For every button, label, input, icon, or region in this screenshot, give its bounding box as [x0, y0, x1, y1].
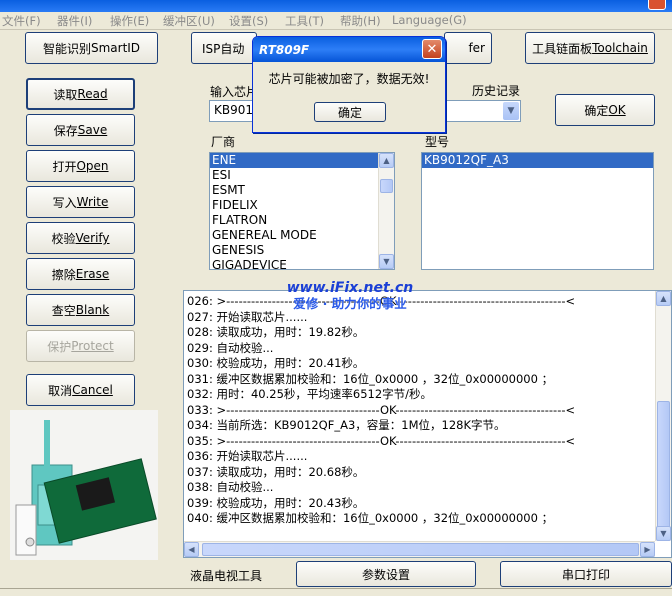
menu-help[interactable]: 帮助(H)	[340, 13, 381, 29]
read-button[interactable]: 读取 Read	[26, 78, 135, 110]
vendor-list[interactable]: ENE ESI ESMT FIDELIX FLATRON GENEREAL MODE GEN…	[209, 152, 395, 270]
log-line: 031: 缓冲区数据累加校验和：16位_0x0000 ，32位_0x000000…	[187, 371, 554, 386]
window-titlebar	[0, 0, 672, 12]
blank-button[interactable]: 查空 Blank	[26, 294, 135, 326]
cancel-button[interactable]: 取消 Cancel	[26, 374, 135, 406]
model-label: 型号	[425, 135, 450, 149]
dialog-ok-button[interactable]: 确定	[314, 102, 386, 122]
log-line: 033: >----------------------------------…	[187, 402, 576, 417]
vendor-list-item[interactable]: ENE	[210, 153, 394, 168]
menu-device[interactable]: 器件(I)	[57, 13, 92, 29]
arrow-right-icon[interactable]: ▶	[640, 542, 655, 557]
log-scroll-thumb[interactable]	[657, 401, 670, 541]
arrow-down-icon[interactable]: ▼	[379, 254, 394, 269]
log-line: 035: >----------------------------------…	[187, 433, 576, 448]
open-button[interactable]: 打开 Open	[26, 150, 135, 182]
history-label: 历史记录	[472, 84, 521, 98]
vendor-list-item[interactable]: ESI	[210, 168, 394, 183]
dialog-title: RT809F	[253, 37, 445, 62]
vendor-list-item[interactable]: GIGADEVICE	[210, 258, 394, 269]
arrow-down-icon[interactable]: ▼	[656, 526, 671, 541]
menu-language[interactable]: Language(G)	[392, 13, 467, 27]
transfer-button[interactable]: fer	[444, 32, 492, 64]
history-dropdown[interactable]: ▼	[444, 100, 521, 122]
vendor-list-item[interactable]: GENESIS	[210, 243, 394, 258]
log-line: 030: 校验成功，用时：20.41秒。	[187, 356, 365, 370]
log-output[interactable]: 026: >----------------------------------…	[183, 290, 672, 558]
status-bar	[0, 588, 672, 596]
dialog-message: 芯片可能被加密了，数据无效!	[268, 72, 430, 86]
arrow-up-icon[interactable]: ▲	[656, 291, 671, 306]
vendor-list-item[interactable]: FIDELIX	[210, 198, 394, 213]
toolchain-button[interactable]: 工具链面板 Toolchain	[525, 32, 655, 64]
window-close-icon[interactable]	[648, 0, 666, 10]
log-line: 036: 开始读取芯片......	[187, 449, 308, 463]
programmer-adapter-image	[10, 410, 158, 560]
arrow-up-icon[interactable]: ▲	[379, 153, 394, 168]
ok-button[interactable]: 确定 OK	[555, 94, 655, 126]
vendor-list-item[interactable]: GENEREAL MODE	[210, 228, 394, 243]
log-line: 037: 读取成功，用时：20.68秒。	[187, 464, 365, 479]
warning-dialog: RT809F ✕ 芯片可能被加密了，数据无效! 确定	[252, 36, 446, 133]
protect-button: 保护 Protect	[26, 330, 135, 362]
menu-file[interactable]: 文件(F)	[2, 13, 41, 29]
smartid-button[interactable]: 智能识别 SmartID	[25, 32, 158, 64]
vendor-list-item[interactable]: FLATRON	[210, 213, 394, 228]
chip-input-label: 输入芯片	[210, 85, 259, 99]
vendor-scroll-thumb[interactable]	[380, 179, 393, 193]
log-line: 029: 自动校验...	[187, 340, 274, 355]
serial-print-button[interactable]: 串口打印	[500, 561, 672, 587]
save-button[interactable]: 保存 Save	[26, 114, 135, 146]
erase-button[interactable]: 擦除 Erase	[26, 258, 135, 290]
vendor-label: 厂商	[211, 135, 236, 149]
log-horizontal-scrollbar[interactable]: ◀ ▶	[184, 541, 655, 557]
isp-button[interactable]: ISP自动	[191, 32, 257, 64]
vendor-list-item[interactable]: ESMT	[210, 183, 394, 198]
menu-bar: 文件(F) 器件(I) 操作(E) 缓冲区(U) 设置(S) 工具(T) 帮助(…	[0, 12, 672, 30]
vendor-scrollbar[interactable]: ▲ ▼	[378, 153, 394, 269]
model-list[interactable]: KB9012QF_A3	[421, 152, 654, 270]
watermark-slogan: 爱修 · 助力你的事业	[293, 296, 407, 311]
menu-operation[interactable]: 操作(E)	[110, 13, 149, 29]
menu-buffer[interactable]: 缓冲区(U)	[163, 13, 215, 29]
model-list-item[interactable]: KB9012QF_A3	[422, 153, 653, 168]
arrow-left-icon[interactable]: ◀	[184, 542, 199, 557]
params-button[interactable]: 参数设置	[296, 561, 476, 587]
log-line: 038: 自动校验...	[187, 480, 274, 494]
lcd-tool-label[interactable]: 液晶电视工具	[190, 567, 262, 584]
verify-button[interactable]: 校验 Verify	[26, 222, 135, 254]
close-icon[interactable]: ✕	[422, 39, 442, 59]
watermark: www.iFix.net.cn 爱修 · 助力你的事业	[270, 280, 430, 312]
log-line: 040: 缓冲区数据累加校验和：16位_0x0000 ，32位_0x000000…	[187, 511, 554, 525]
chevron-down-icon[interactable]: ▼	[503, 102, 519, 120]
watermark-site: www.iFix.net.cn	[286, 280, 414, 296]
log-line: 034: 当前所选：KB9012QF_A3，容量：1M位，128K字节。	[187, 418, 506, 432]
log-line: 039: 校验成功，用时：20.43秒。	[187, 495, 365, 510]
write-button[interactable]: 写入 Write	[26, 186, 135, 218]
menu-tools[interactable]: 工具(T)	[285, 13, 324, 29]
log-line: 028: 读取成功，用时：19.82秒。	[187, 325, 365, 339]
menu-settings[interactable]: 设置(S)	[229, 13, 268, 29]
log-line: 032: 用时：40.25秒，平均速率6512字节/秒。	[187, 387, 433, 401]
log-vertical-scrollbar[interactable]: ▲ ▼	[655, 291, 671, 541]
log-hscroll-thumb[interactable]	[202, 543, 639, 556]
